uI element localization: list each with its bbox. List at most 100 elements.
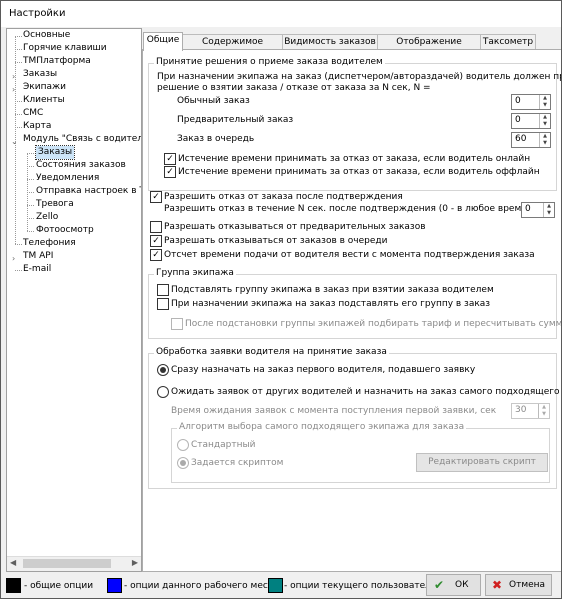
ok-button[interactable]: ✔ ОК bbox=[426, 574, 481, 596]
prelim-order-label: Предварительный заказ bbox=[177, 115, 294, 125]
recalc-tariff-checkbox[interactable] bbox=[171, 318, 183, 330]
expire-online-label: Истечение времени принимать за отказ от … bbox=[178, 154, 531, 164]
expand-arrow-icon[interactable]: › bbox=[12, 72, 15, 81]
spin-down-icon[interactable]: ▼ bbox=[539, 140, 550, 147]
tree-node-sms[interactable]: СМС bbox=[23, 107, 43, 120]
settings-tree[interactable]: › › ⌄ › Основные Горячие клавиши ТМПлатф… bbox=[6, 28, 142, 572]
wait-time-label: Время ожидания заявок с момента поступле… bbox=[171, 406, 497, 416]
tab-order-display[interactable]: Отображение заказов bbox=[377, 34, 481, 62]
wait-time-value[interactable]: 30 bbox=[515, 405, 526, 415]
tree-line bbox=[27, 166, 34, 167]
edit-script-button[interactable]: Редактировать скрипт bbox=[416, 453, 548, 472]
expire-online-checkbox[interactable]: ✓ bbox=[164, 153, 176, 165]
cross-icon: ✖ bbox=[492, 578, 503, 592]
spin-up-icon[interactable]: ▲ bbox=[539, 114, 550, 121]
queue-order-label: Заказ в очередь bbox=[177, 134, 255, 144]
tree-node-crews[interactable]: Экипажи bbox=[23, 81, 66, 94]
wait-requests-radio[interactable] bbox=[157, 386, 169, 398]
tree-horizontal-scrollbar[interactable]: ◀ ▶ bbox=[7, 556, 141, 571]
queue-order-value[interactable]: 60 bbox=[515, 134, 526, 144]
expire-offline-checkbox[interactable]: ✓ bbox=[164, 166, 176, 178]
prelim-order-value[interactable]: 0 bbox=[515, 115, 521, 125]
assign-first-label: Сразу назначать на заказ первого водител… bbox=[171, 365, 476, 375]
allow-refuse-checkbox[interactable]: ✓ bbox=[150, 191, 162, 203]
crew-group-on-assign-label: При назначении экипажа на заказ подставл… bbox=[171, 299, 491, 309]
regular-order-value[interactable]: 0 bbox=[515, 96, 521, 106]
tab-general[interactable]: Общие bbox=[143, 32, 183, 51]
expand-arrow-icon[interactable]: › bbox=[12, 85, 15, 94]
tree-node-tmplatform[interactable]: ТМПлатформа bbox=[23, 55, 91, 68]
ok-button-label: ОК bbox=[455, 580, 469, 590]
settings-window: Настройки › › ⌄ › Основные Горячие клави… bbox=[0, 0, 562, 599]
tree-line bbox=[27, 179, 34, 180]
algo-script-radio[interactable] bbox=[177, 457, 189, 469]
tree-node-send-settings[interactable]: Отправка настроек в ТМДрайвер bbox=[36, 185, 141, 198]
tab-order-content[interactable]: Содержимое заказов bbox=[182, 34, 283, 62]
legend-common-label: - общие опции bbox=[24, 581, 94, 591]
spin-up-icon[interactable]: ▲ bbox=[543, 203, 554, 210]
count-time-checkbox[interactable]: ✓ bbox=[150, 249, 162, 261]
crew-group-on-assign-checkbox[interactable] bbox=[157, 298, 169, 310]
tree-line bbox=[15, 36, 22, 37]
tree-line bbox=[15, 270, 22, 271]
spin-up-icon[interactable]: ▲ bbox=[539, 95, 550, 102]
tree-node-zello[interactable]: Zello bbox=[36, 211, 58, 224]
group-order-decision-title: Принятие решения о приеме заказа водител… bbox=[154, 57, 385, 67]
wait-requests-label: Ожидать заявок от других водителей и наз… bbox=[171, 387, 561, 397]
wait-time-stepper[interactable]: 30 ▲ ▼ bbox=[511, 403, 550, 419]
tree-node-notifications[interactable]: Уведомления bbox=[36, 172, 99, 185]
legend-user-label: - опции текущего пользователя bbox=[284, 581, 437, 591]
spin-down-icon[interactable]: ▼ bbox=[539, 121, 550, 128]
tree-node-alarm[interactable]: Тревога bbox=[36, 198, 74, 211]
regular-order-stepper[interactable]: 0 ▲ ▼ bbox=[511, 94, 551, 110]
legend-swatch-workplace bbox=[107, 578, 122, 593]
scrollbar-thumb[interactable] bbox=[23, 559, 111, 568]
collapse-arrow-icon[interactable]: ⌄ bbox=[11, 137, 18, 146]
tree-node-clients[interactable]: Клиенты bbox=[23, 94, 65, 107]
tree-line bbox=[27, 205, 34, 206]
legend-swatch-common bbox=[6, 578, 21, 593]
expand-arrow-icon[interactable]: › bbox=[12, 254, 15, 263]
assign-first-radio[interactable] bbox=[157, 364, 169, 376]
spin-down-icon[interactable]: ▼ bbox=[538, 411, 549, 418]
tree-node-general[interactable]: Основные bbox=[23, 29, 70, 42]
count-time-label: Отсчет времени подачи от водителя вести … bbox=[164, 250, 535, 260]
regular-order-label: Обычный заказ bbox=[177, 96, 250, 106]
tree-node-driver-module[interactable]: Модуль "Связь с водителем" bbox=[23, 133, 141, 146]
tree-node-driver-orders[interactable]: Заказы bbox=[34, 145, 76, 160]
spin-down-icon[interactable]: ▼ bbox=[543, 210, 554, 217]
crew-group-on-take-checkbox[interactable] bbox=[157, 284, 169, 296]
spin-down-icon[interactable]: ▼ bbox=[539, 102, 550, 109]
scroll-left-icon[interactable]: ◀ bbox=[10, 558, 16, 567]
tree-node-map[interactable]: Карта bbox=[23, 120, 51, 133]
tree-line bbox=[27, 192, 34, 193]
legend-workplace-label: - опции данного рабочего места bbox=[124, 581, 279, 591]
tree-node-order-states[interactable]: Состояния заказов bbox=[36, 159, 126, 172]
tree-node-photo-inspection[interactable]: Фотоосмотр bbox=[36, 224, 94, 237]
allow-queue-checkbox[interactable]: ✓ bbox=[150, 235, 162, 247]
tree-node-orders[interactable]: Заказы bbox=[23, 68, 57, 81]
spin-up-icon[interactable]: ▲ bbox=[538, 404, 549, 411]
spin-up-icon[interactable]: ▲ bbox=[539, 133, 550, 140]
tab-taximeter[interactable]: Таксометр bbox=[480, 34, 536, 50]
group-crew-group-title: Группа экипажа bbox=[154, 268, 236, 278]
prelim-order-stepper[interactable]: 0 ▲ ▼ bbox=[511, 113, 551, 129]
title-bar: Настройки bbox=[1, 1, 561, 27]
tree-node-telephony[interactable]: Телефония bbox=[23, 237, 76, 250]
tree-node-email[interactable]: E-mail bbox=[23, 263, 51, 276]
scroll-right-icon[interactable]: ▶ bbox=[132, 558, 138, 567]
tab-order-visibility[interactable]: Видимость заказов bbox=[282, 34, 378, 50]
decision-description-line2: решение о взятии заказа / отказе от зака… bbox=[157, 83, 431, 93]
tree-node-hotkeys[interactable]: Горячие клавиши bbox=[23, 42, 107, 55]
cancel-button[interactable]: ✖ Отмена bbox=[485, 574, 552, 596]
queue-order-stepper[interactable]: 60 ▲ ▼ bbox=[511, 132, 551, 148]
refuse-within-value[interactable]: 0 bbox=[525, 204, 531, 214]
legend-swatch-user bbox=[268, 578, 283, 593]
algo-script-label: Задается скриптом bbox=[191, 458, 284, 468]
allow-prelim-checkbox[interactable] bbox=[150, 221, 162, 233]
tree-node-tm-api[interactable]: TM API bbox=[23, 250, 53, 263]
refuse-within-stepper[interactable]: 0 ▲ ▼ bbox=[521, 202, 555, 218]
allow-queue-label: Разрешать отказываться от заказов в очер… bbox=[164, 236, 388, 246]
algo-standard-radio[interactable] bbox=[177, 439, 189, 451]
group-algorithm-title: Алгоритм выбора самого подходящего экипа… bbox=[177, 422, 467, 432]
